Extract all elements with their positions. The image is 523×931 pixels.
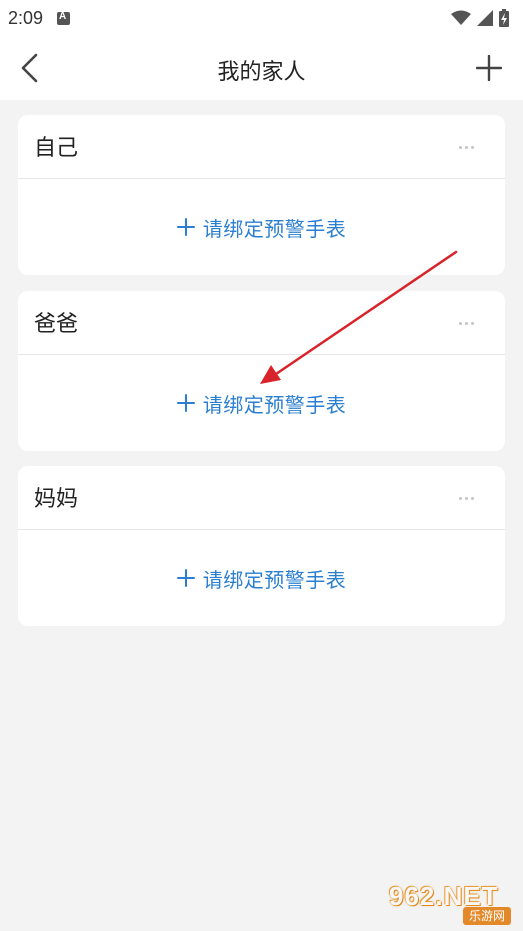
more-dot (464, 321, 468, 325)
member-card: 自己 请绑定预警手表 (18, 115, 505, 275)
nav-bar: 我的家人 (0, 36, 523, 100)
member-card-header: 爸爸 (18, 291, 505, 355)
a-notification-icon (57, 11, 71, 25)
status-time: 2:09 (8, 7, 44, 28)
battery-charging-icon (499, 9, 509, 27)
bind-watch-button[interactable]: 请绑定预警手表 (18, 355, 505, 451)
more-options-button[interactable] (453, 488, 479, 508)
more-dot (458, 145, 462, 149)
plus-icon (176, 218, 195, 236)
bind-watch-label: 请绑定预警手表 (202, 392, 347, 417)
more-options-button[interactable] (453, 137, 479, 157)
bind-watch-button[interactable]: 请绑定预警手表 (18, 530, 505, 626)
bind-watch-button[interactable]: 请绑定预警手表 (18, 179, 505, 275)
plus-icon (176, 394, 195, 412)
watermark-logo: 962.NET 乐游网 (383, 881, 515, 925)
plus-icon (176, 569, 195, 587)
bind-watch-label: 请绑定预警手表 (202, 216, 347, 241)
member-name: 自己 (34, 136, 79, 161)
plus-icon (476, 55, 502, 81)
more-dot (470, 321, 474, 325)
more-dot (458, 321, 462, 325)
more-options-button[interactable] (453, 313, 479, 333)
member-card: 爸爸 请绑定预警手表 (18, 291, 505, 451)
more-dot (464, 145, 468, 149)
status-bar: 2:09 (0, 0, 523, 36)
member-card-header: 妈妈 (18, 466, 505, 530)
page-title: 我的家人 (217, 60, 306, 85)
more-dot (470, 145, 474, 149)
bind-watch-label: 请绑定预警手表 (202, 567, 347, 592)
more-dot (458, 496, 462, 500)
cellular-signal-icon (477, 10, 493, 26)
member-name: 妈妈 (34, 487, 79, 512)
status-icons (451, 9, 509, 27)
more-dot (464, 496, 468, 500)
more-dot (470, 496, 474, 500)
member-card-header: 自己 (18, 115, 505, 179)
add-family-button[interactable] (471, 50, 507, 86)
member-card: 妈妈 请绑定预警手表 (18, 466, 505, 626)
member-name: 爸爸 (34, 312, 79, 337)
wifi-icon (451, 10, 471, 25)
watermark-sub: 乐游网 (462, 907, 511, 925)
